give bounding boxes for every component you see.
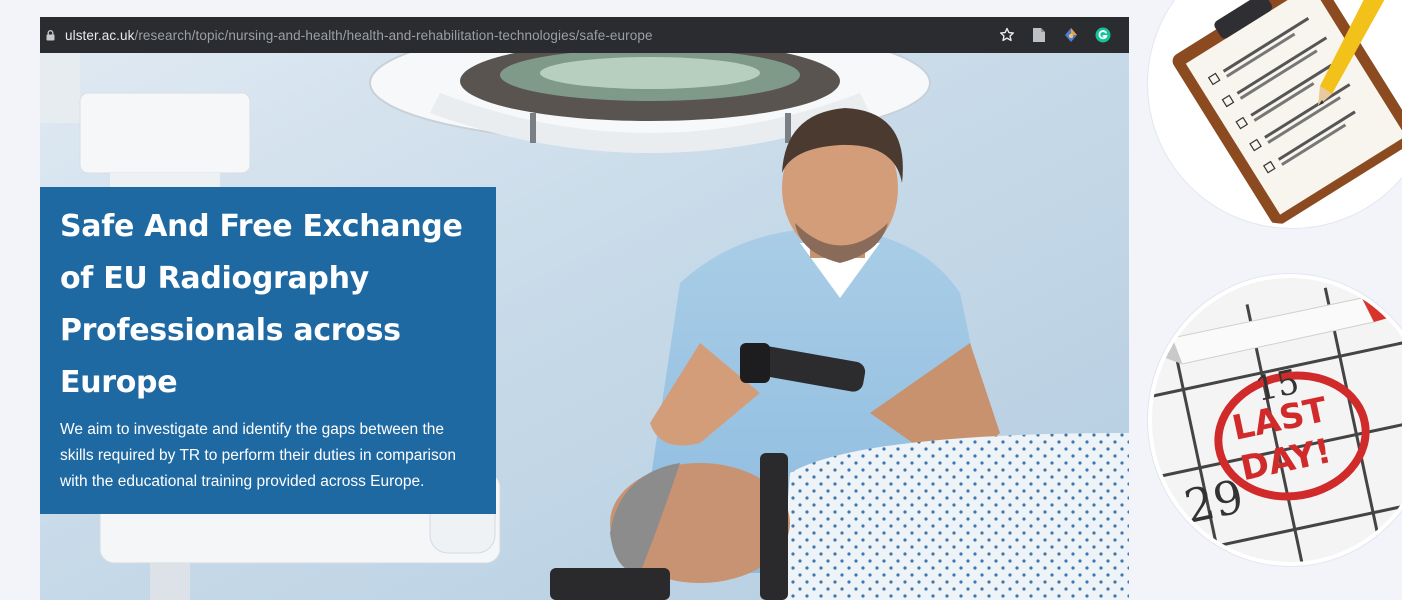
browser-window: ulster.ac.uk/research/topic/nursing-and-… [40,17,1129,600]
grammarly-icon[interactable] [1095,27,1111,43]
hero-section: Safe And Free Exchange of EU Radiography… [40,53,1129,600]
extension-icon[interactable] [1063,27,1079,43]
reader-icon[interactable] [1031,27,1047,43]
checklist-illustration [1148,0,1402,228]
url-text[interactable]: ulster.ac.uk/research/topic/nursing-and-… [65,28,653,43]
hero-description: We aim to investigate and identify the g… [60,421,456,490]
star-icon[interactable] [999,27,1015,43]
address-bar[interactable]: ulster.ac.uk/research/topic/nursing-and-… [40,17,1129,53]
toolbar-icons [999,17,1111,53]
hero-card: Safe And Free Exchange of EU Radiography… [40,187,496,514]
page-title: Safe And Free Exchange of EU Radiography… [60,209,463,400]
url-domain: ulster.ac.uk [65,27,135,43]
calendar-illustration: LAST DAY! 15 29 [1148,274,1402,566]
url-path: /research/topic/nursing-and-health/healt… [134,27,653,43]
lock-icon [46,29,55,41]
